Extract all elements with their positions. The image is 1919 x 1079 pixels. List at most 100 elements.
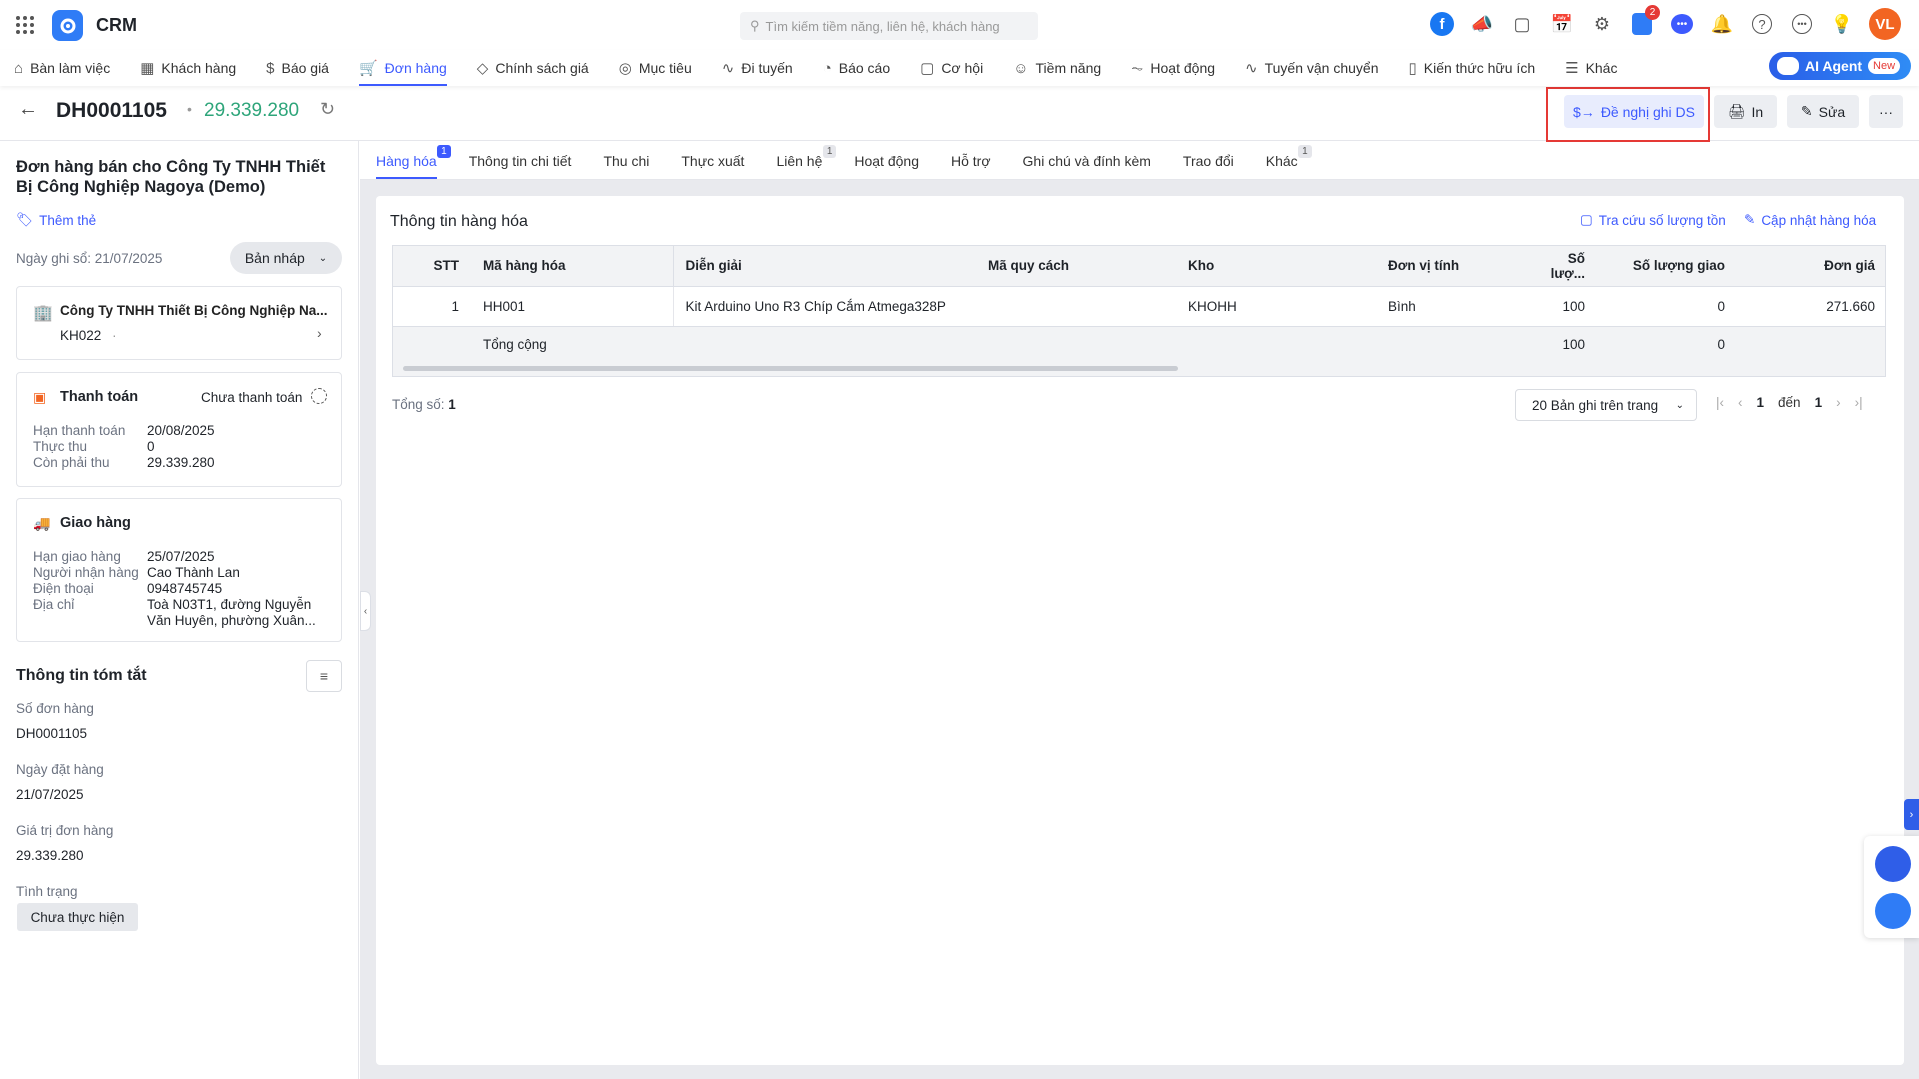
payment-title: Thanh toán (60, 389, 139, 405)
facebook-icon[interactable]: f (1429, 11, 1455, 37)
status-label: Tình trạng (16, 884, 78, 899)
tab[interactable]: Ghi chú và đính kèm (1023, 153, 1151, 179)
print-button[interactable]: 🖨 In (1714, 95, 1777, 128)
column-header[interactable]: Kho (1176, 246, 1376, 287)
stock-lookup-link[interactable]: ▢ Tra cứu số lượng tồn (1580, 212, 1726, 228)
new-badge: New (1868, 58, 1901, 74)
tab-label: Thông tin chi tiết (468, 153, 572, 169)
edit-button[interactable]: ✎ Sửa (1787, 95, 1859, 128)
truck-icon: 🚚 (33, 515, 51, 531)
chat-icon[interactable]: ••• (1669, 11, 1695, 37)
nav-item-label: Báo cáo (838, 60, 891, 76)
tab-label: Thu chi (603, 153, 650, 169)
tab[interactable]: Khác 1 (1266, 145, 1312, 179)
back-arrow-icon[interactable]: ← (18, 98, 38, 121)
detail-value: 20/08/2025 (147, 423, 215, 438)
column-header[interactable]: Đơn vị tính (1376, 246, 1536, 287)
help-icon[interactable]: ? (1749, 11, 1775, 37)
bell-icon[interactable]: 🔔 (1709, 11, 1735, 37)
tab[interactable]: Hoạt động (854, 153, 919, 179)
app-grid-icon[interactable] (16, 16, 34, 34)
nav-item[interactable]: ◔ Báo cáo (823, 50, 890, 86)
tab-label: Ghi chú và đính kèm (1022, 153, 1151, 169)
payment-details: Hạn thanh toán 20/08/2025 Thực thu 0 Còn phả… (33, 423, 333, 471)
nav-item[interactable]: ∿ Tuyến vận chuyển (1245, 50, 1378, 86)
refresh-icon[interactable]: ↻ (320, 99, 335, 120)
tab[interactable]: Hỗ trợ (951, 153, 991, 179)
cart-icon[interactable]: 2 (1629, 5, 1660, 37)
stock-lookup-label: Tra cứu số lượng tồn (1598, 212, 1726, 228)
nav-item[interactable]: 🛒 Đơn hàng (358, 50, 447, 86)
column-header[interactable]: Đơn giá (1737, 246, 1885, 287)
column-header[interactable]: Số lượng giao (1597, 246, 1737, 287)
column-header[interactable]: Số lượ... (1536, 246, 1597, 287)
route-icon: ∿ (721, 60, 735, 77)
nav-item[interactable]: ◎ Mục tiêu (619, 50, 692, 86)
horizontal-scrollbar[interactable] (393, 362, 1885, 376)
column-header[interactable]: STT (393, 246, 471, 287)
tag-icon: ◇ (476, 60, 489, 77)
nav-item[interactable]: ⏦ Hoạt động (1131, 50, 1215, 86)
megaphone-icon[interactable]: 📣 (1469, 11, 1495, 37)
nav-item[interactable]: ◇ Chính sách giá (477, 50, 589, 86)
tab-label: Hàng hóa (376, 153, 437, 169)
tab[interactable]: Trao đổi (1183, 153, 1234, 179)
global-search-input[interactable]: ⚲ Tìm kiếm tiềm năng, liên hệ, khách hàn… (740, 12, 1038, 40)
tab[interactable]: Liên hệ 1 (776, 145, 837, 179)
home-icon: ⌂ (14, 59, 24, 77)
more-button[interactable]: ··· (1869, 95, 1903, 128)
table-row[interactable]: 1 HH001 Kit Arduino Uno R3 Chíp Cắm Atmega… (393, 286, 1885, 327)
package-search-icon[interactable]: ▢ (1509, 11, 1535, 37)
support-chat-icon[interactable] (1875, 893, 1911, 929)
propose-label: Đề nghị ghi DS (1600, 103, 1695, 120)
next-page-icon[interactable]: › (1836, 395, 1841, 410)
dollar-arrow-icon: $→ (1573, 103, 1595, 120)
nav-item[interactable]: ∿ Đi tuyến (722, 50, 793, 86)
expand-right-tab[interactable]: › (1904, 799, 1919, 830)
nav-item[interactable]: ▦ Khách hàng (140, 50, 236, 86)
pending-circle-icon (311, 388, 327, 404)
column-header[interactable]: Diễn giải (672, 246, 976, 287)
prev-page-icon[interactable]: ‹ (1738, 395, 1743, 410)
status-select[interactable]: Bản nháp ⌄ (230, 242, 342, 274)
idea-icon[interactable]: 💡 (1829, 11, 1855, 37)
propose-sales-button[interactable]: $→ Đề nghị ghi DS (1564, 95, 1704, 128)
detail-label: Hạn giao hàng (33, 549, 121, 564)
nav-item[interactable]: ▢ Cơ hội (920, 50, 983, 86)
customer-code: KH022 (60, 328, 102, 343)
update-goods-link[interactable]: ✎ Cập nhật hàng hóa (1744, 212, 1876, 228)
nav-item[interactable]: ▯ Kiến thức hữu ích (1408, 50, 1535, 86)
scrollbar-thumb[interactable] (403, 366, 1178, 371)
tab[interactable]: Thông tin chi tiết (469, 153, 572, 179)
nav-item-label: Kiến thức hữu ích (1423, 60, 1536, 76)
ai-agent-button[interactable]: AI Agent New (1769, 52, 1911, 80)
nav-item-label: Bàn làm việc (30, 60, 111, 76)
robot-icon (1777, 57, 1799, 75)
printer-icon: 🖨 (1727, 103, 1746, 119)
last-page-icon[interactable]: ›| (1855, 395, 1863, 410)
first-page-icon[interactable]: |‹ (1716, 395, 1724, 410)
add-tag-link[interactable]: 🏷 Thêm thẻ (16, 212, 96, 228)
more-circle-icon[interactable]: ••• (1789, 11, 1815, 37)
calendar-icon[interactable]: 📅 (1549, 11, 1575, 37)
cell-qty: 100 (1536, 286, 1597, 327)
customer-card[interactable]: 🏢 Công Ty TNHH Thiết Bị Công Nghiệp Na..… (16, 286, 342, 360)
tab[interactable]: Thu chi (603, 153, 649, 179)
collapse-panel-handle[interactable]: ‹ (360, 591, 371, 631)
column-header[interactable]: Mã quy cách (976, 246, 1176, 287)
nav-item[interactable]: ⌂ Bàn làm việc (14, 50, 110, 86)
page-size-select[interactable]: 20 Bản ghi trên trang ⌄ (1515, 389, 1697, 421)
nav-item[interactable]: $ Báo giá (266, 50, 329, 86)
tab[interactable]: Hàng hóa 1 (376, 145, 451, 179)
customer-name: Công Ty TNHH Thiết Bị Công Nghiệp Na... (60, 303, 328, 318)
settings-sliders-icon[interactable]: ≡ (306, 660, 342, 692)
gear-icon[interactable]: ⚙ (1589, 11, 1615, 37)
nav-item[interactable]: ☰ Khác (1565, 50, 1617, 86)
summary-field-value: 21/07/2025 (16, 787, 84, 802)
tab[interactable]: Thực xuất (681, 153, 744, 179)
nav-item-label: Hoạt động (1150, 60, 1216, 76)
column-header[interactable]: Mã hàng hóa (471, 246, 673, 287)
user-avatar[interactable]: VL (1869, 8, 1901, 40)
nav-item[interactable]: ☺ Tiềm năng (1013, 50, 1101, 86)
ai-robot-icon[interactable] (1875, 846, 1911, 882)
